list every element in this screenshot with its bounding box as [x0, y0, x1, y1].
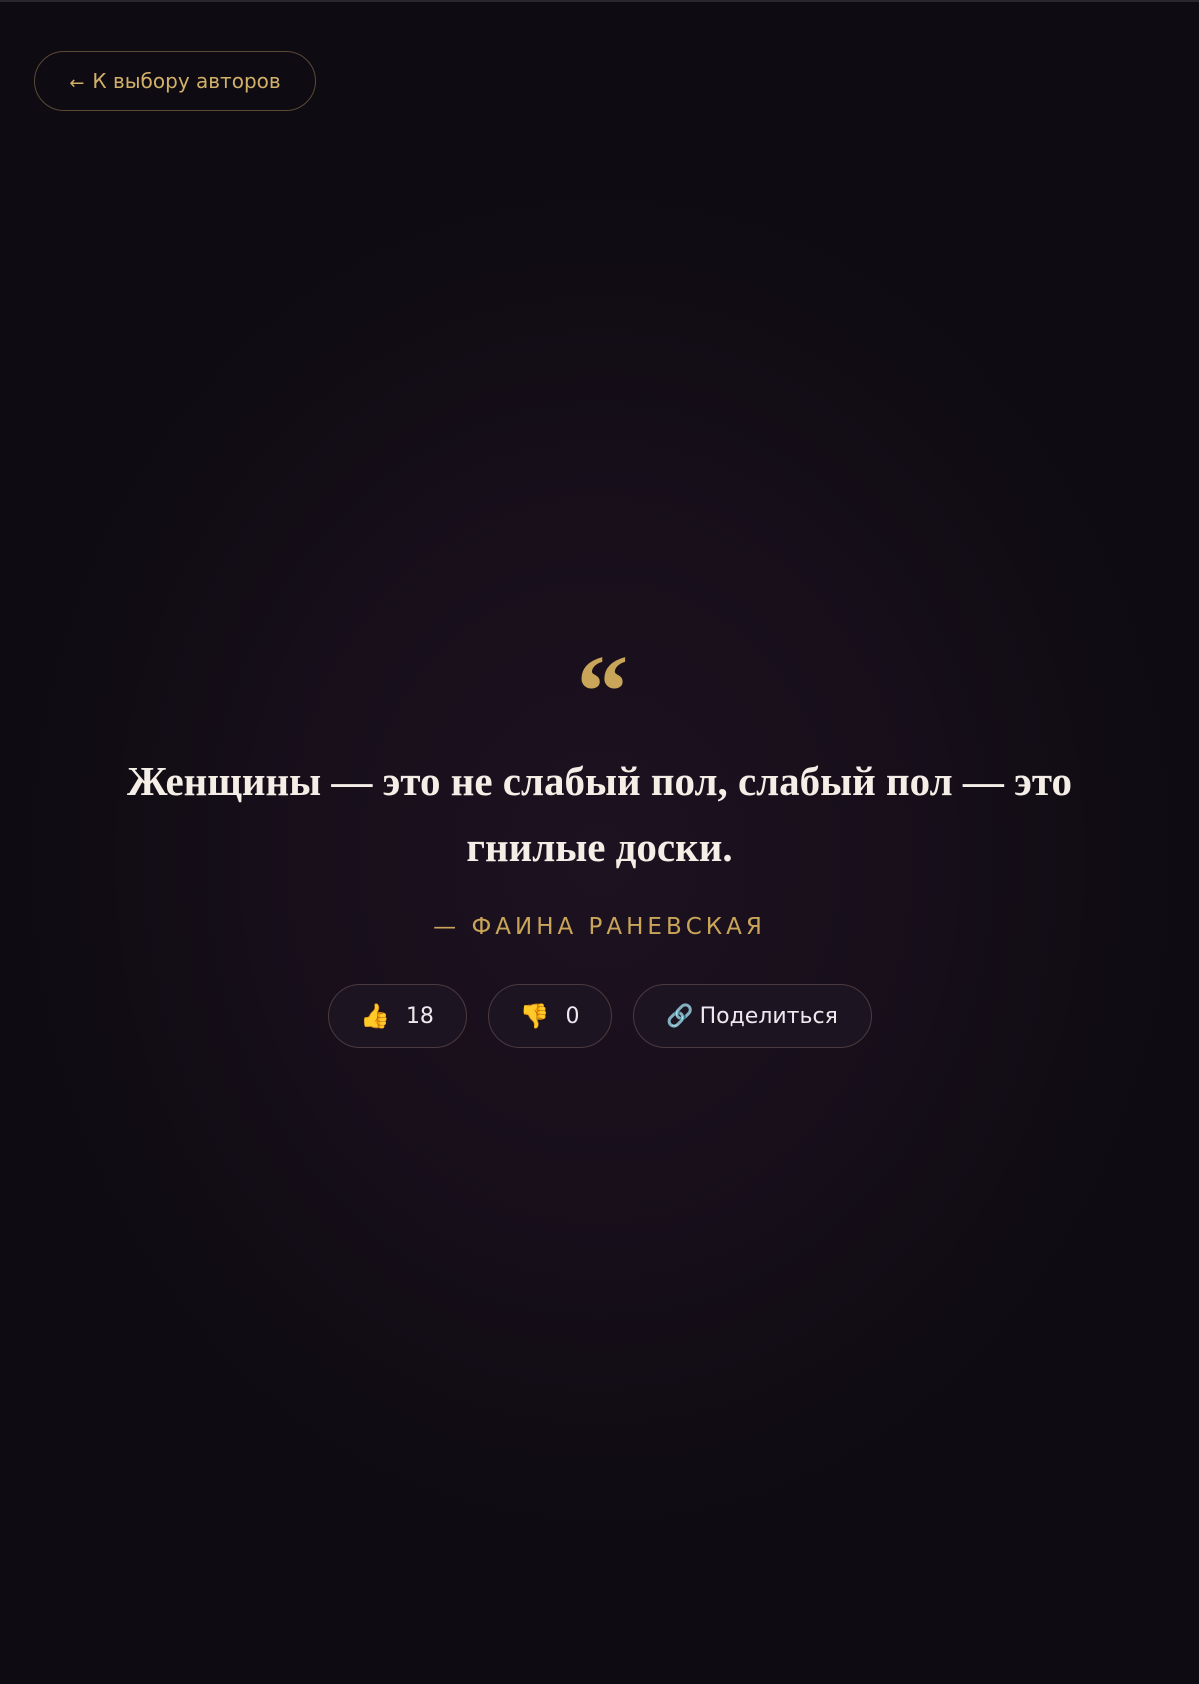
like-button[interactable]: 👍 18	[327, 984, 467, 1048]
quote-author: — Фаина Раневская	[433, 914, 766, 940]
arrow-left-icon: ←	[69, 72, 85, 94]
quote-card: “ Женщины — это не слабый пол, слабый по…	[0, 634, 1199, 1048]
thumbs-up-icon: 👍	[360, 1002, 390, 1030]
share-label: Поделиться	[699, 1003, 838, 1029]
back-button-label: К выбору авторов	[92, 69, 281, 93]
quote-mark-icon: “	[576, 634, 629, 749]
share-button[interactable]: 🔗 Поделиться	[632, 984, 872, 1048]
back-to-authors-button[interactable]: ← К выбору авторов	[34, 51, 316, 111]
link-icon: 🔗	[666, 1003, 694, 1029]
quote-actions: 👍 18 👎 0 🔗 Поделиться	[0, 984, 1199, 1048]
like-count: 18	[405, 1003, 434, 1029]
quote-text: Женщины — это не слабый пол, слабый пол …	[127, 758, 1072, 870]
thumbs-down-icon: 👎	[519, 1002, 550, 1030]
dislike-button[interactable]: 👎 0	[487, 984, 612, 1048]
dislike-count: 0	[565, 1003, 580, 1029]
